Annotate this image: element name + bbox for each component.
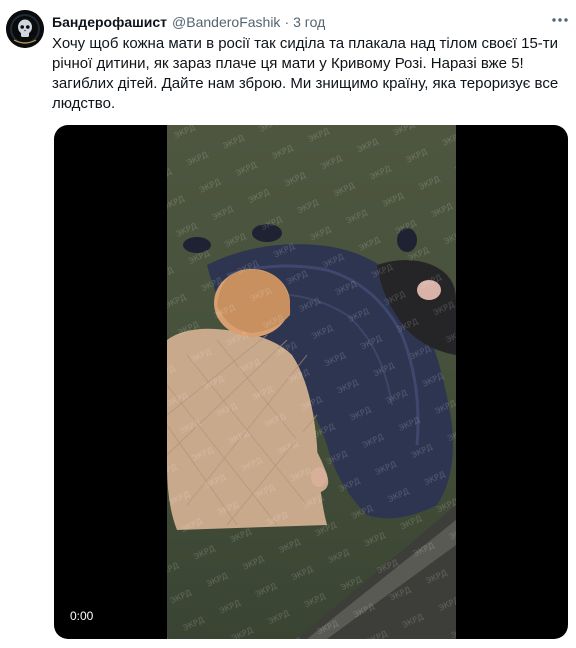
avatar[interactable] (6, 10, 44, 48)
video-player[interactable]: ЭКРД (54, 125, 568, 639)
video-timestamp: 0:00 (64, 607, 100, 625)
tweet-time[interactable]: 3 год (293, 14, 325, 30)
more-options-button[interactable] (548, 10, 572, 30)
tweet-text: Хочу щоб кожна мати в росії так сиділа т… (52, 34, 568, 114)
tweet-text-line: загиблих дітей. Дайте нам зброю. Ми знищ… (52, 75, 559, 92)
tweet-text-line: річної дитини, як зараз плаче ця мати у … (52, 55, 524, 72)
tweet-text-line: людство. (52, 95, 116, 112)
author-handle[interactable]: @BanderoFashik (172, 14, 280, 30)
skull-emblem-icon (6, 10, 44, 48)
tweet: Бандерофашист @BanderoFashik · 3 год Хоч… (0, 0, 576, 648)
header-separator: · (284, 14, 290, 30)
tweet-header: Бандерофашист @BanderoFashik · 3 год (52, 12, 325, 32)
more-horizontal-icon (552, 18, 568, 22)
author-display-name[interactable]: Бандерофашист (52, 14, 167, 30)
tweet-text-line: Хочу щоб кожна мати в росії так сиділа т… (52, 35, 559, 52)
video-frame: ЭКРД (167, 125, 456, 639)
